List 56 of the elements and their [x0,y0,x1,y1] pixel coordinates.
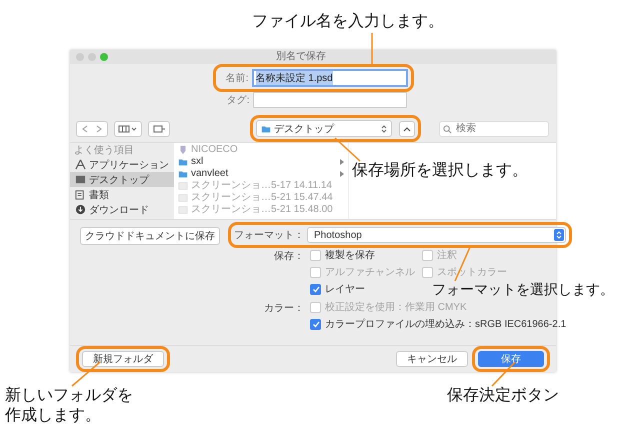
view-button[interactable] [114,120,142,136]
file-item[interactable]: sxl [178,156,344,168]
sidebar-item[interactable]: ダウンロード [70,202,174,217]
columns-icon [118,124,138,134]
checkbox[interactable] [310,250,321,260]
option-group-label: カラー： [263,302,304,316]
tag-field[interactable] [252,92,406,108]
letter-a-icon [75,159,86,170]
annotation-text: ファイル名を入力します。 [252,12,444,32]
sidebar-heading: よく使う項目 [73,144,135,157]
tag-label: タグ: [226,94,250,107]
format-popup[interactable]: Photoshop [307,227,566,243]
save-button[interactable]: 保存 [478,351,544,367]
stepper-arrows-icon [381,124,387,134]
checkbox[interactable] [310,318,321,330]
name-field[interactable]: 名称未設定 1.psd [252,69,408,87]
sidebar-item[interactable]: 書類 [70,187,174,202]
annotation-text: 新しいフォルダを作成します。 [5,386,134,426]
annotation-text: 保存場所を選択します。 [352,161,528,181]
cloud-save-button[interactable]: クラウドドキュメントに保存 [80,227,220,245]
checkbox[interactable] [310,284,321,294]
zoom-button[interactable] [100,53,108,61]
option-label: カラープロファイルの埋め込み：sRGB IEC61966-2.1 [325,318,566,331]
option-label: 校正設定を使用：作業用 CMYK [325,300,467,314]
sidebar-item[interactable]: デスクトップ [70,172,174,187]
window-title: 別名で保存 [275,51,327,63]
location-popup[interactable]: デスクトップ [256,120,392,137]
back-forward-button[interactable] [76,120,108,136]
option-label: 複製を保存 [325,248,375,262]
up-button[interactable] [399,120,415,136]
stepper-arrows-icon [554,229,564,241]
download-icon [75,204,86,215]
sidebar-item[interactable]: アプリケーション [70,157,174,172]
option-group-label: 保存： [273,250,304,264]
document-icon [75,189,86,200]
option-label: 注釈 [437,248,457,262]
option-label: アルファチャンネル [325,266,415,279]
annotation-text: フォーマットを選択します。 [432,281,614,297]
chevrons-icon [80,124,104,134]
drive-icon [178,145,188,155]
search-icon [443,124,452,134]
leader-line [334,137,360,162]
name-label: 名前: [224,72,248,85]
format-label: フォーマット： [234,229,304,242]
monitor-icon [75,174,86,185]
search-field[interactable]: 検索 [439,120,549,136]
name-value: 名称未設定 1.psd [256,71,333,85]
file-item[interactable]: vanvleet [178,168,344,180]
chevron-up-icon [403,126,411,132]
option-label: レイヤー [325,283,365,296]
group-button[interactable] [148,120,170,136]
folder-icon [261,124,271,134]
dialog-button[interactable]: 新規フォルダ [82,351,164,367]
leader-line [371,33,373,65]
dialog-button[interactable]: キャンセル [396,351,468,367]
annotation-text: 保存決定ボタン [447,386,559,406]
